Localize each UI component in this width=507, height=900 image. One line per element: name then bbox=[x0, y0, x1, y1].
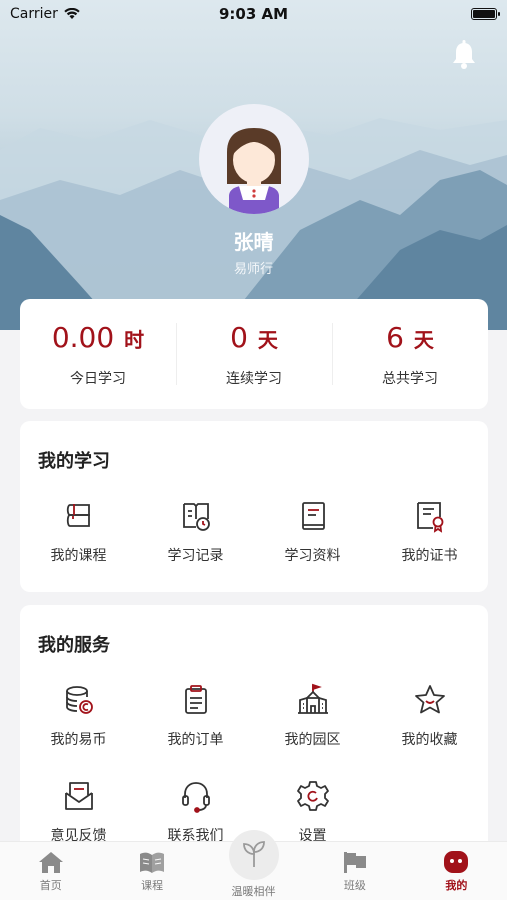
tab-label: 首页 bbox=[39, 879, 62, 892]
stat-consecutive: 0 天 连续学习 bbox=[176, 321, 332, 388]
headset-icon bbox=[181, 782, 210, 813]
my-campus-button[interactable]: 我的园区 bbox=[254, 683, 371, 749]
tab-label: 温暖相伴 bbox=[231, 885, 276, 898]
settings-icon bbox=[296, 781, 329, 811]
status-time: 9:03 AM bbox=[218, 5, 289, 23]
grid-label: 我的收藏 bbox=[401, 732, 458, 748]
avatar[interactable] bbox=[199, 104, 309, 214]
study-material-button[interactable]: 学习资料 bbox=[254, 499, 371, 565]
my-favorites-button[interactable]: 我的收藏 bbox=[371, 683, 488, 749]
battery-icon bbox=[471, 8, 500, 20]
profile-icon bbox=[444, 851, 469, 873]
my-coins-button[interactable]: 我的易币 bbox=[20, 683, 137, 749]
tab-courses[interactable]: 课程 bbox=[101, 842, 202, 900]
my-study-card: 我的学习 我的课程 学习记录 学习资料 我的证书 bbox=[20, 421, 488, 592]
stat-today: 0.00 时 今日学习 bbox=[20, 321, 176, 388]
avatar-illustration bbox=[227, 128, 281, 214]
study-record-button[interactable]: 学习记录 bbox=[137, 499, 254, 565]
grid-label: 学习记录 bbox=[167, 548, 224, 564]
my-service-card: 我的服务 我的易币 我的订单 我的园区 我的收藏 意见反馈 联系我们 设置 bbox=[20, 605, 488, 865]
user-name: 张晴 bbox=[233, 230, 274, 254]
stat-value: 6 bbox=[386, 320, 404, 354]
star-icon bbox=[414, 685, 445, 714]
study-record-icon bbox=[182, 503, 210, 531]
user-role: 易师行 bbox=[233, 262, 273, 277]
my-certificate-button[interactable]: 我的证书 bbox=[371, 499, 488, 565]
tab-class[interactable]: 班级 bbox=[304, 842, 405, 900]
stat-value: 0.00 bbox=[51, 320, 115, 354]
stat-total: 6 天 总共学习 bbox=[332, 321, 488, 388]
flag-icon bbox=[343, 852, 366, 873]
section-title: 我的服务 bbox=[38, 635, 110, 656]
certificate-icon bbox=[416, 502, 443, 533]
sprout-icon bbox=[242, 840, 265, 867]
course-icon bbox=[66, 504, 90, 527]
study-material-icon bbox=[301, 502, 325, 530]
feedback-button[interactable]: 意见反馈 bbox=[20, 779, 137, 845]
tab-warm-companion[interactable]: 温暖相伴 bbox=[203, 830, 304, 900]
tab-bar: 首页 课程 温暖相伴 班级 我的 bbox=[0, 830, 507, 900]
contact-us-button[interactable]: 联系我们 bbox=[137, 779, 254, 845]
my-orders-button[interactable]: 我的订单 bbox=[137, 683, 254, 749]
grid-label: 学习资料 bbox=[284, 548, 341, 564]
home-icon bbox=[38, 852, 63, 873]
status-bar: Carrier 9:03 AM bbox=[0, 0, 507, 28]
stats-card: 0.00 时 今日学习 0 天 连续学习 6 天 总共学习 bbox=[20, 299, 488, 409]
grid-label: 我的订单 bbox=[167, 732, 224, 748]
stat-unit: 时 bbox=[124, 327, 145, 352]
grid-label: 我的易币 bbox=[50, 732, 107, 748]
grid-label: 我的证书 bbox=[401, 548, 458, 564]
grid-label: 我的园区 bbox=[284, 732, 341, 748]
settings-button[interactable]: 设置 bbox=[254, 779, 371, 845]
book-icon bbox=[140, 852, 165, 873]
tab-label: 课程 bbox=[141, 879, 164, 892]
school-icon bbox=[297, 683, 328, 714]
notification-bell-icon[interactable] bbox=[450, 40, 478, 70]
tab-label: 班级 bbox=[343, 879, 366, 892]
grid-label: 我的课程 bbox=[50, 548, 107, 564]
stat-unit: 天 bbox=[413, 327, 434, 352]
section-title: 我的学习 bbox=[38, 451, 110, 472]
stat-unit: 天 bbox=[257, 327, 278, 352]
stat-label: 今日学习 bbox=[70, 370, 126, 387]
tab-label: 我的 bbox=[445, 879, 468, 892]
my-courses-button[interactable]: 我的课程 bbox=[20, 499, 137, 565]
order-icon bbox=[184, 685, 207, 714]
center-tab-circle bbox=[228, 830, 279, 880]
coin-icon bbox=[65, 686, 93, 714]
feedback-icon bbox=[64, 782, 93, 810]
tab-home[interactable]: 首页 bbox=[0, 842, 101, 900]
tab-mine[interactable]: 我的 bbox=[406, 842, 507, 900]
stat-label: 连续学习 bbox=[226, 370, 282, 387]
stat-value: 0 bbox=[230, 320, 248, 354]
stat-label: 总共学习 bbox=[382, 370, 438, 387]
